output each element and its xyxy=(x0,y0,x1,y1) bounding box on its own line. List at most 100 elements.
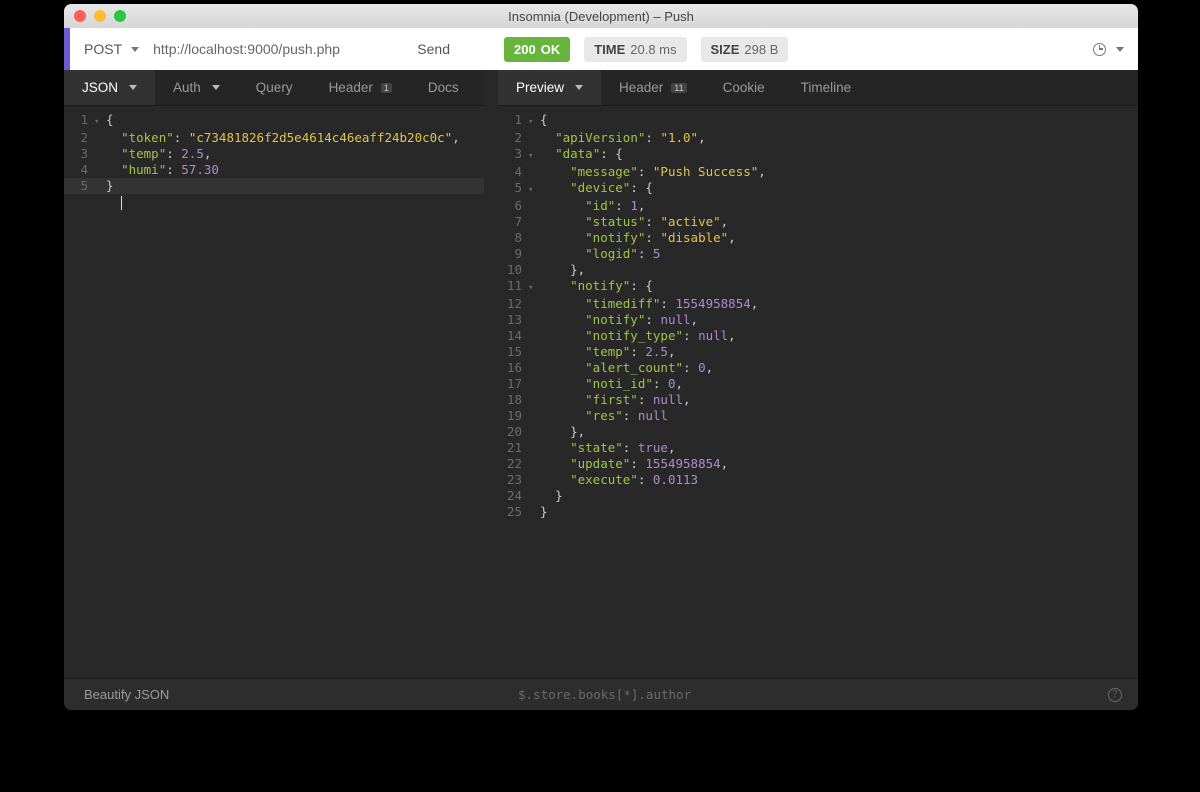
code: "temp" xyxy=(121,146,166,161)
c: "apiVersion" xyxy=(555,130,645,145)
c: "state" xyxy=(570,440,623,455)
c: "Push Success" xyxy=(653,164,758,179)
tab-docs[interactable]: Docs xyxy=(410,70,477,105)
tab-preview-label: Preview xyxy=(516,80,564,95)
tab-docs-label: Docs xyxy=(428,80,459,95)
chevron-down-icon xyxy=(575,85,583,90)
tab-cookie[interactable]: Cookie xyxy=(705,70,783,105)
tab-preview[interactable]: Preview xyxy=(498,70,601,105)
c: null xyxy=(698,328,728,343)
tab-header-badge: 1 xyxy=(381,83,392,93)
tab-auth[interactable]: Auth xyxy=(155,70,238,105)
c: "notify" xyxy=(585,312,645,327)
code: 2.5 xyxy=(181,146,204,161)
c: null xyxy=(653,392,683,407)
jsonpath-placeholder: $.store.books[*].author xyxy=(518,687,691,702)
response-body-viewer[interactable]: 1▾{ 2 "apiVersion": "1.0", 3▾ "data": { … xyxy=(498,106,1138,678)
titlebar: Insomnia (Development) – Push xyxy=(64,4,1138,28)
method-selector[interactable]: POST xyxy=(84,41,126,57)
c: 5 xyxy=(653,246,661,261)
footer: Beautify JSON $.store.books[*].author? xyxy=(64,678,1138,710)
send-button[interactable]: Send xyxy=(417,41,450,57)
code: { xyxy=(106,112,114,127)
status-badge: 200 OK xyxy=(504,37,570,62)
divider xyxy=(484,679,498,710)
tab-header[interactable]: Header1 xyxy=(311,70,410,105)
c: "noti_id" xyxy=(585,376,653,391)
size-badge: SIZE 298 B xyxy=(701,37,789,62)
window-title: Insomnia (Development) – Push xyxy=(64,9,1138,24)
pane-splitter[interactable] xyxy=(484,70,498,678)
c: "id" xyxy=(585,198,615,213)
beautify-label: Beautify JSON xyxy=(84,687,169,702)
c: "logid" xyxy=(585,246,638,261)
c: 0.0113 xyxy=(653,472,698,487)
divider xyxy=(464,28,484,70)
code: : xyxy=(166,162,181,177)
time-value: 20.8 ms xyxy=(630,42,676,57)
code: , xyxy=(452,130,460,145)
text-cursor xyxy=(121,196,122,210)
tab-resp-header[interactable]: Header 11 xyxy=(601,70,705,105)
c: 0 xyxy=(698,360,706,375)
c: "alert_count" xyxy=(585,360,683,375)
tab-query[interactable]: Query xyxy=(238,70,311,105)
tab-resp-header-badge: 11 xyxy=(671,83,686,93)
c: "data" xyxy=(555,146,600,161)
clock-icon xyxy=(1093,43,1106,56)
request-body-editor[interactable]: 1▾{ 2 "token": "c73481826f2d5e4614c46eaf… xyxy=(64,106,484,678)
response-pane: Preview Header 11 Cookie Timeline 1▾{ 2 "… xyxy=(498,70,1138,678)
c: "notify" xyxy=(585,230,645,245)
app-window: Insomnia (Development) – Push POST http:… xyxy=(64,4,1138,710)
size-label: SIZE xyxy=(711,42,740,57)
c: true xyxy=(638,440,668,455)
response-bar: 200 OK TIME 20.8 ms SIZE 298 B xyxy=(484,37,1138,62)
url-input[interactable]: http://localhost:9000/push.php xyxy=(153,41,417,57)
code: 57.30 xyxy=(181,162,219,177)
tab-timeline-label: Timeline xyxy=(801,80,852,95)
status-code: 200 xyxy=(514,42,536,57)
c: "disable" xyxy=(660,230,728,245)
c: "update" xyxy=(570,456,630,471)
tab-body[interactable]: JSON xyxy=(64,70,155,105)
beautify-button[interactable]: Beautify JSON xyxy=(64,679,484,710)
request-pane: JSON Auth Query Header1 Docs 1▾{ 2 "toke… xyxy=(64,70,484,678)
chevron-down-icon[interactable] xyxy=(131,47,139,52)
c: null xyxy=(660,312,690,327)
c: "status" xyxy=(585,214,645,229)
c: 1554958854 xyxy=(675,296,750,311)
c: 1554958854 xyxy=(645,456,720,471)
c: 2.5 xyxy=(645,344,668,359)
status-text: OK xyxy=(541,42,561,57)
c: "notify" xyxy=(570,278,630,293)
c: "res" xyxy=(585,408,623,423)
c: "device" xyxy=(570,180,630,195)
tab-cookie-label: Cookie xyxy=(723,80,765,95)
c: "timediff" xyxy=(585,296,660,311)
tab-resp-header-label: Header xyxy=(619,80,663,95)
method-label: POST xyxy=(84,41,122,57)
code: : xyxy=(174,130,189,145)
jsonpath-input[interactable]: $.store.books[*].author? xyxy=(498,679,1138,710)
time-label: TIME xyxy=(594,42,625,57)
c: 1 xyxy=(630,198,638,213)
tab-auth-label: Auth xyxy=(173,80,201,95)
tab-timeline[interactable]: Timeline xyxy=(783,70,870,105)
help-icon[interactable]: ? xyxy=(1108,688,1122,702)
panes: JSON Auth Query Header1 Docs 1▾{ 2 "toke… xyxy=(64,70,1138,678)
chevron-down-icon xyxy=(1116,47,1124,52)
history-button[interactable] xyxy=(1093,43,1124,56)
toolbar: POST http://localhost:9000/push.php Send… xyxy=(64,28,1138,70)
code: "c73481826f2d5e4614c46eaff24b20c0c" xyxy=(189,130,452,145)
code: "humi" xyxy=(121,162,166,177)
code: , xyxy=(204,146,212,161)
tab-body-label: JSON xyxy=(82,80,118,95)
c: "active" xyxy=(660,214,720,229)
c: "temp" xyxy=(585,344,630,359)
c: "notify_type" xyxy=(585,328,683,343)
c: "message" xyxy=(570,164,638,179)
code: "token" xyxy=(121,130,174,145)
chevron-down-icon xyxy=(129,85,137,90)
chevron-down-icon xyxy=(212,85,220,90)
c: "execute" xyxy=(570,472,638,487)
